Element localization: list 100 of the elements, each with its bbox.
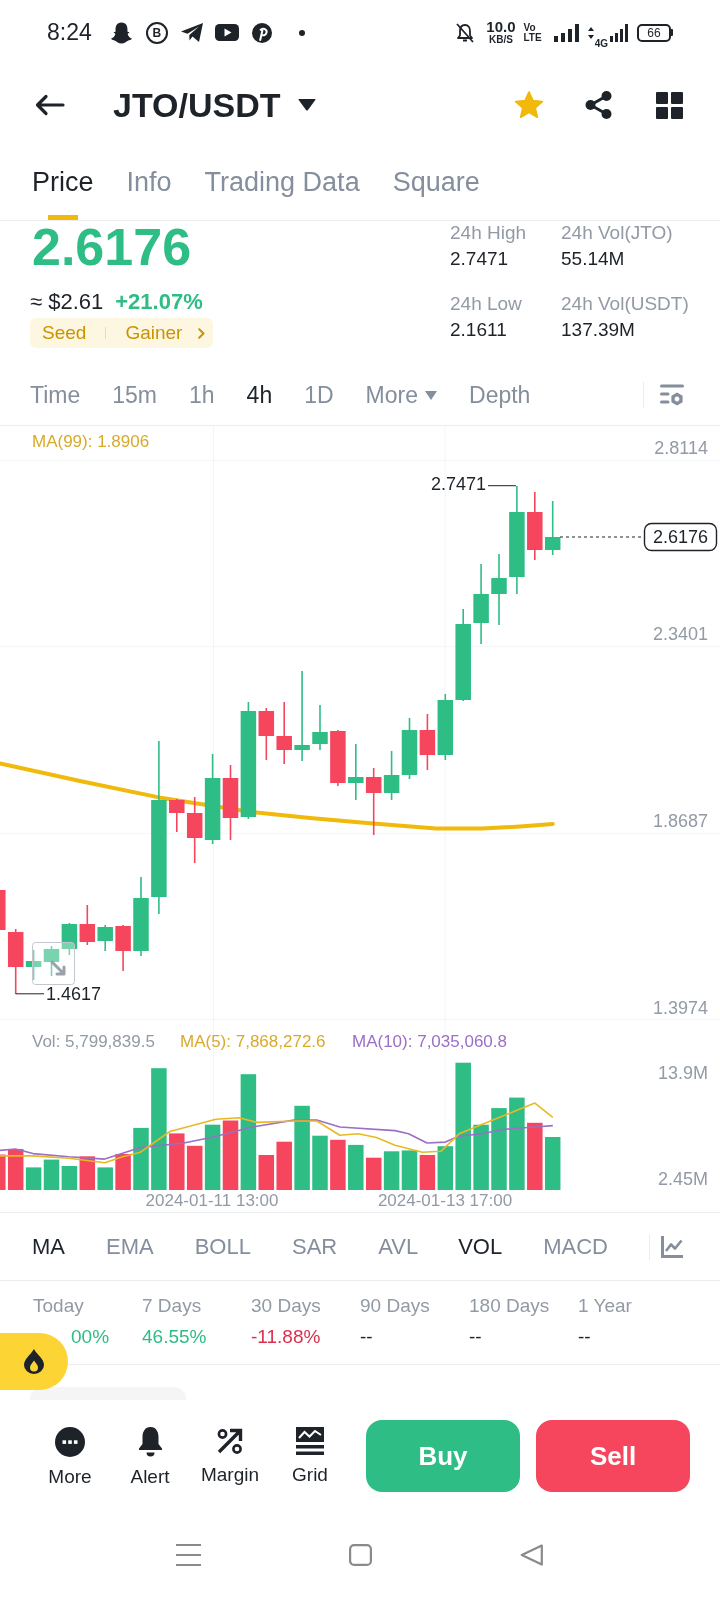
tab[interactable]: Square	[392, 145, 480, 220]
period-label: 7 Days	[142, 1294, 203, 1318]
high-price-label: 2.7471	[430, 473, 486, 494]
candle	[383, 750, 400, 801]
interval-tab[interactable]: 1h	[189, 380, 215, 410]
more-button[interactable]: More	[30, 1420, 110, 1492]
period-change: --	[469, 1325, 482, 1349]
stat-value: 2.1611	[450, 318, 508, 342]
tab[interactable]: Price	[32, 145, 94, 220]
stat-value: 2.7471	[450, 247, 510, 271]
period-label: 90 Days	[360, 1294, 431, 1318]
volume-bar	[401, 1150, 418, 1190]
candle	[115, 924, 131, 972]
status-time: 8:24	[47, 19, 92, 46]
indicator-tab[interactable]: EMA	[106, 1231, 154, 1262]
period-change: 46.55%	[142, 1325, 207, 1349]
candle	[401, 717, 418, 780]
volume-axis-label: 2.45M	[657, 1168, 708, 1189]
floating-button[interactable]	[0, 1333, 68, 1390]
dots-icon	[55, 1427, 85, 1457]
alert-button[interactable]: Alert	[110, 1420, 190, 1492]
tag-label: Gainer	[125, 321, 183, 345]
star-icon[interactable]	[514, 90, 544, 120]
volume-bar	[348, 1144, 364, 1190]
leader-line	[487, 485, 517, 487]
volume-bar	[43, 1159, 60, 1190]
battery-level: 66	[647, 26, 661, 39]
candle	[330, 729, 346, 787]
stat-label: 24h Vol(USDT)	[561, 292, 690, 316]
low-price-label: 1.4617	[46, 984, 102, 1004]
bell-off-icon	[456, 22, 475, 43]
chart-toggle-button[interactable]	[32, 942, 75, 985]
interval-tab[interactable]: 15m	[112, 380, 157, 410]
grid-icon[interactable]	[656, 91, 683, 119]
chart-icon[interactable]	[661, 1235, 683, 1258]
buy-button[interactable]: Buy	[366, 1420, 520, 1492]
interval-tab[interactable]: 4h	[246, 380, 273, 410]
data-arrows-icon	[587, 26, 594, 39]
volte-label: LTE	[523, 32, 542, 43]
percent-arrow-icon	[216, 1427, 244, 1455]
interval-tab[interactable]: More	[365, 380, 437, 410]
period-label: 30 Days	[251, 1294, 322, 1318]
indicator-tab[interactable]: SAR	[291, 1231, 338, 1262]
volume-bar	[383, 1151, 400, 1190]
candle	[43, 945, 60, 977]
ghost-icon	[110, 21, 132, 44]
pair-title[interactable]: JTO/USDT	[113, 85, 281, 125]
volume-bar	[115, 1154, 131, 1190]
period-label: 1 Year	[578, 1294, 633, 1318]
home-icon[interactable]	[349, 1544, 372, 1566]
time-axis-label: 2024-01-13 17:00	[377, 1190, 513, 1210]
interval-tab[interactable]: Time	[30, 380, 81, 410]
stat-value: 55.14M	[561, 247, 626, 271]
tab[interactable]: Info	[126, 145, 172, 220]
stat-label: 24h High	[450, 221, 528, 245]
speed-unit: KB/S	[488, 34, 513, 45]
ma5-label: MA(5): 7,868,272.6	[180, 1031, 326, 1051]
interval-tab[interactable]: 1D	[304, 380, 334, 410]
caret-icon[interactable]	[297, 99, 316, 111]
grid-button[interactable]: Grid	[270, 1420, 350, 1492]
volume-bar	[419, 1155, 436, 1190]
volume-bar	[312, 1135, 328, 1190]
signal-icon	[610, 23, 628, 42]
period-change: 00%	[71, 1325, 110, 1349]
sell-button[interactable]: Sell	[536, 1420, 690, 1492]
indicator-tab[interactable]: MA	[32, 1231, 65, 1262]
menu-icon[interactable]	[176, 1544, 201, 1566]
indicator-tab[interactable]: MACD	[543, 1231, 608, 1262]
time-axis-label: 2024-01-11 13:00	[145, 1190, 279, 1210]
share-icon[interactable]	[585, 91, 612, 119]
candle	[348, 743, 364, 801]
chevron-icon	[198, 327, 206, 339]
indicator-tab[interactable]: VOL	[458, 1231, 503, 1262]
interval-tab[interactable]: Depth	[469, 380, 531, 410]
tag-label: Seed	[42, 321, 87, 345]
volume-label: Vol: 5,799,839.5	[32, 1031, 155, 1051]
price-change: +21.07%	[115, 288, 203, 316]
leader-line	[15, 993, 45, 995]
stat-label: 24h Low	[450, 292, 523, 316]
tab[interactable]: Trading Data	[204, 145, 360, 220]
tag-bar[interactable]: Seed Gainer	[30, 318, 214, 348]
price-axis-label: 1.8687	[652, 811, 708, 832]
video-play-icon	[214, 24, 239, 41]
volte-label: Vo	[523, 22, 536, 33]
settings-icon[interactable]	[660, 384, 684, 406]
indicator-tab[interactable]: AVL	[378, 1231, 419, 1262]
flame-icon	[24, 1349, 44, 1374]
volume-bar	[330, 1139, 346, 1190]
app-badge: B	[145, 21, 168, 44]
back-icon[interactable]	[520, 1544, 543, 1566]
price-axis-label: 2.8114	[654, 437, 708, 458]
volume-bar	[365, 1157, 382, 1190]
back-arrow-icon[interactable]	[35, 94, 65, 116]
indicator-tab[interactable]: BOLL	[194, 1231, 251, 1262]
paper-plane-icon	[180, 23, 203, 42]
margin-button[interactable]: Margin	[190, 1420, 270, 1492]
candle	[437, 693, 454, 761]
candle	[419, 713, 436, 771]
volume-bar	[276, 1141, 292, 1190]
period-change: -11.88%	[251, 1325, 321, 1349]
